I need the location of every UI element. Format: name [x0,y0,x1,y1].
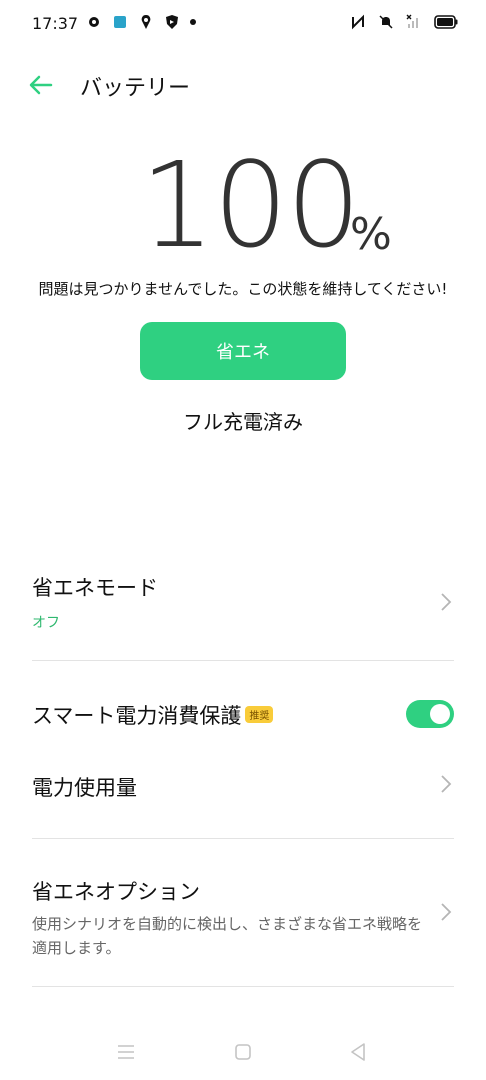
power-save-button[interactable]: 省エネ [140,322,346,380]
toggle-knob [430,704,450,724]
app-icon [114,16,126,28]
battery-status-message: 問題は見つかりませんでした。この状態を維持してください! [38,280,448,298]
status-bar: 17:37 [0,0,486,48]
power-options-description: 使用シナリオを自動的に検出し、さまざまな省エネ戦略を適用します。 [32,915,423,957]
location-icon [141,15,151,29]
status-time: 17:37 [32,14,79,33]
divider [32,660,454,661]
shield-icon [166,15,178,29]
power-options-row[interactable]: 省エネオプション 使用シナリオを自動的に検出し、さまざまな省エネ戦略を適用します… [32,876,454,957]
nfc-icon [352,14,364,30]
smart-protection-row: スマート電力消費保護 推奨 [32,700,454,730]
mute-icon [379,15,393,29]
smart-protection-toggle[interactable] [406,700,454,728]
chevron-right-icon [441,593,452,611]
percent-sign: % [350,209,392,260]
smart-protection-title: スマート電力消費保護 [32,704,242,728]
back-nav-icon[interactable] [346,1040,370,1064]
power-saving-mode-title: 省エネモード [32,576,158,600]
page-title: バッテリー [80,76,191,101]
status-icons-left [86,14,196,30]
dot-icon [190,19,196,25]
app-header: バッテリー [0,60,486,110]
menu-icon[interactable] [114,1040,138,1064]
divider [32,838,454,839]
home-icon[interactable] [231,1040,255,1064]
battery-icon [434,15,458,29]
power-saving-mode-row[interactable]: 省エネモード オフ [32,572,454,638]
settings-icon [89,17,99,27]
status-icons-right [350,14,458,30]
battery-percentage: 100 % [0,145,486,265]
power-usage-title: 電力使用量 [32,776,137,800]
charge-status: フル充電済み [183,410,303,434]
battery-percent-value: 100 [140,136,361,274]
chevron-right-icon [441,903,452,921]
power-usage-row[interactable]: 電力使用量 [32,772,454,802]
power-saving-mode-value: オフ [32,615,60,631]
power-options-title: 省エネオプション [32,880,200,904]
arrow-left-icon[interactable] [28,72,54,98]
divider [32,986,454,987]
signal-icon [406,14,418,28]
chevron-right-icon [441,775,452,793]
recommended-badge: 推奨 [245,706,274,723]
navigation-bar [0,1030,486,1070]
